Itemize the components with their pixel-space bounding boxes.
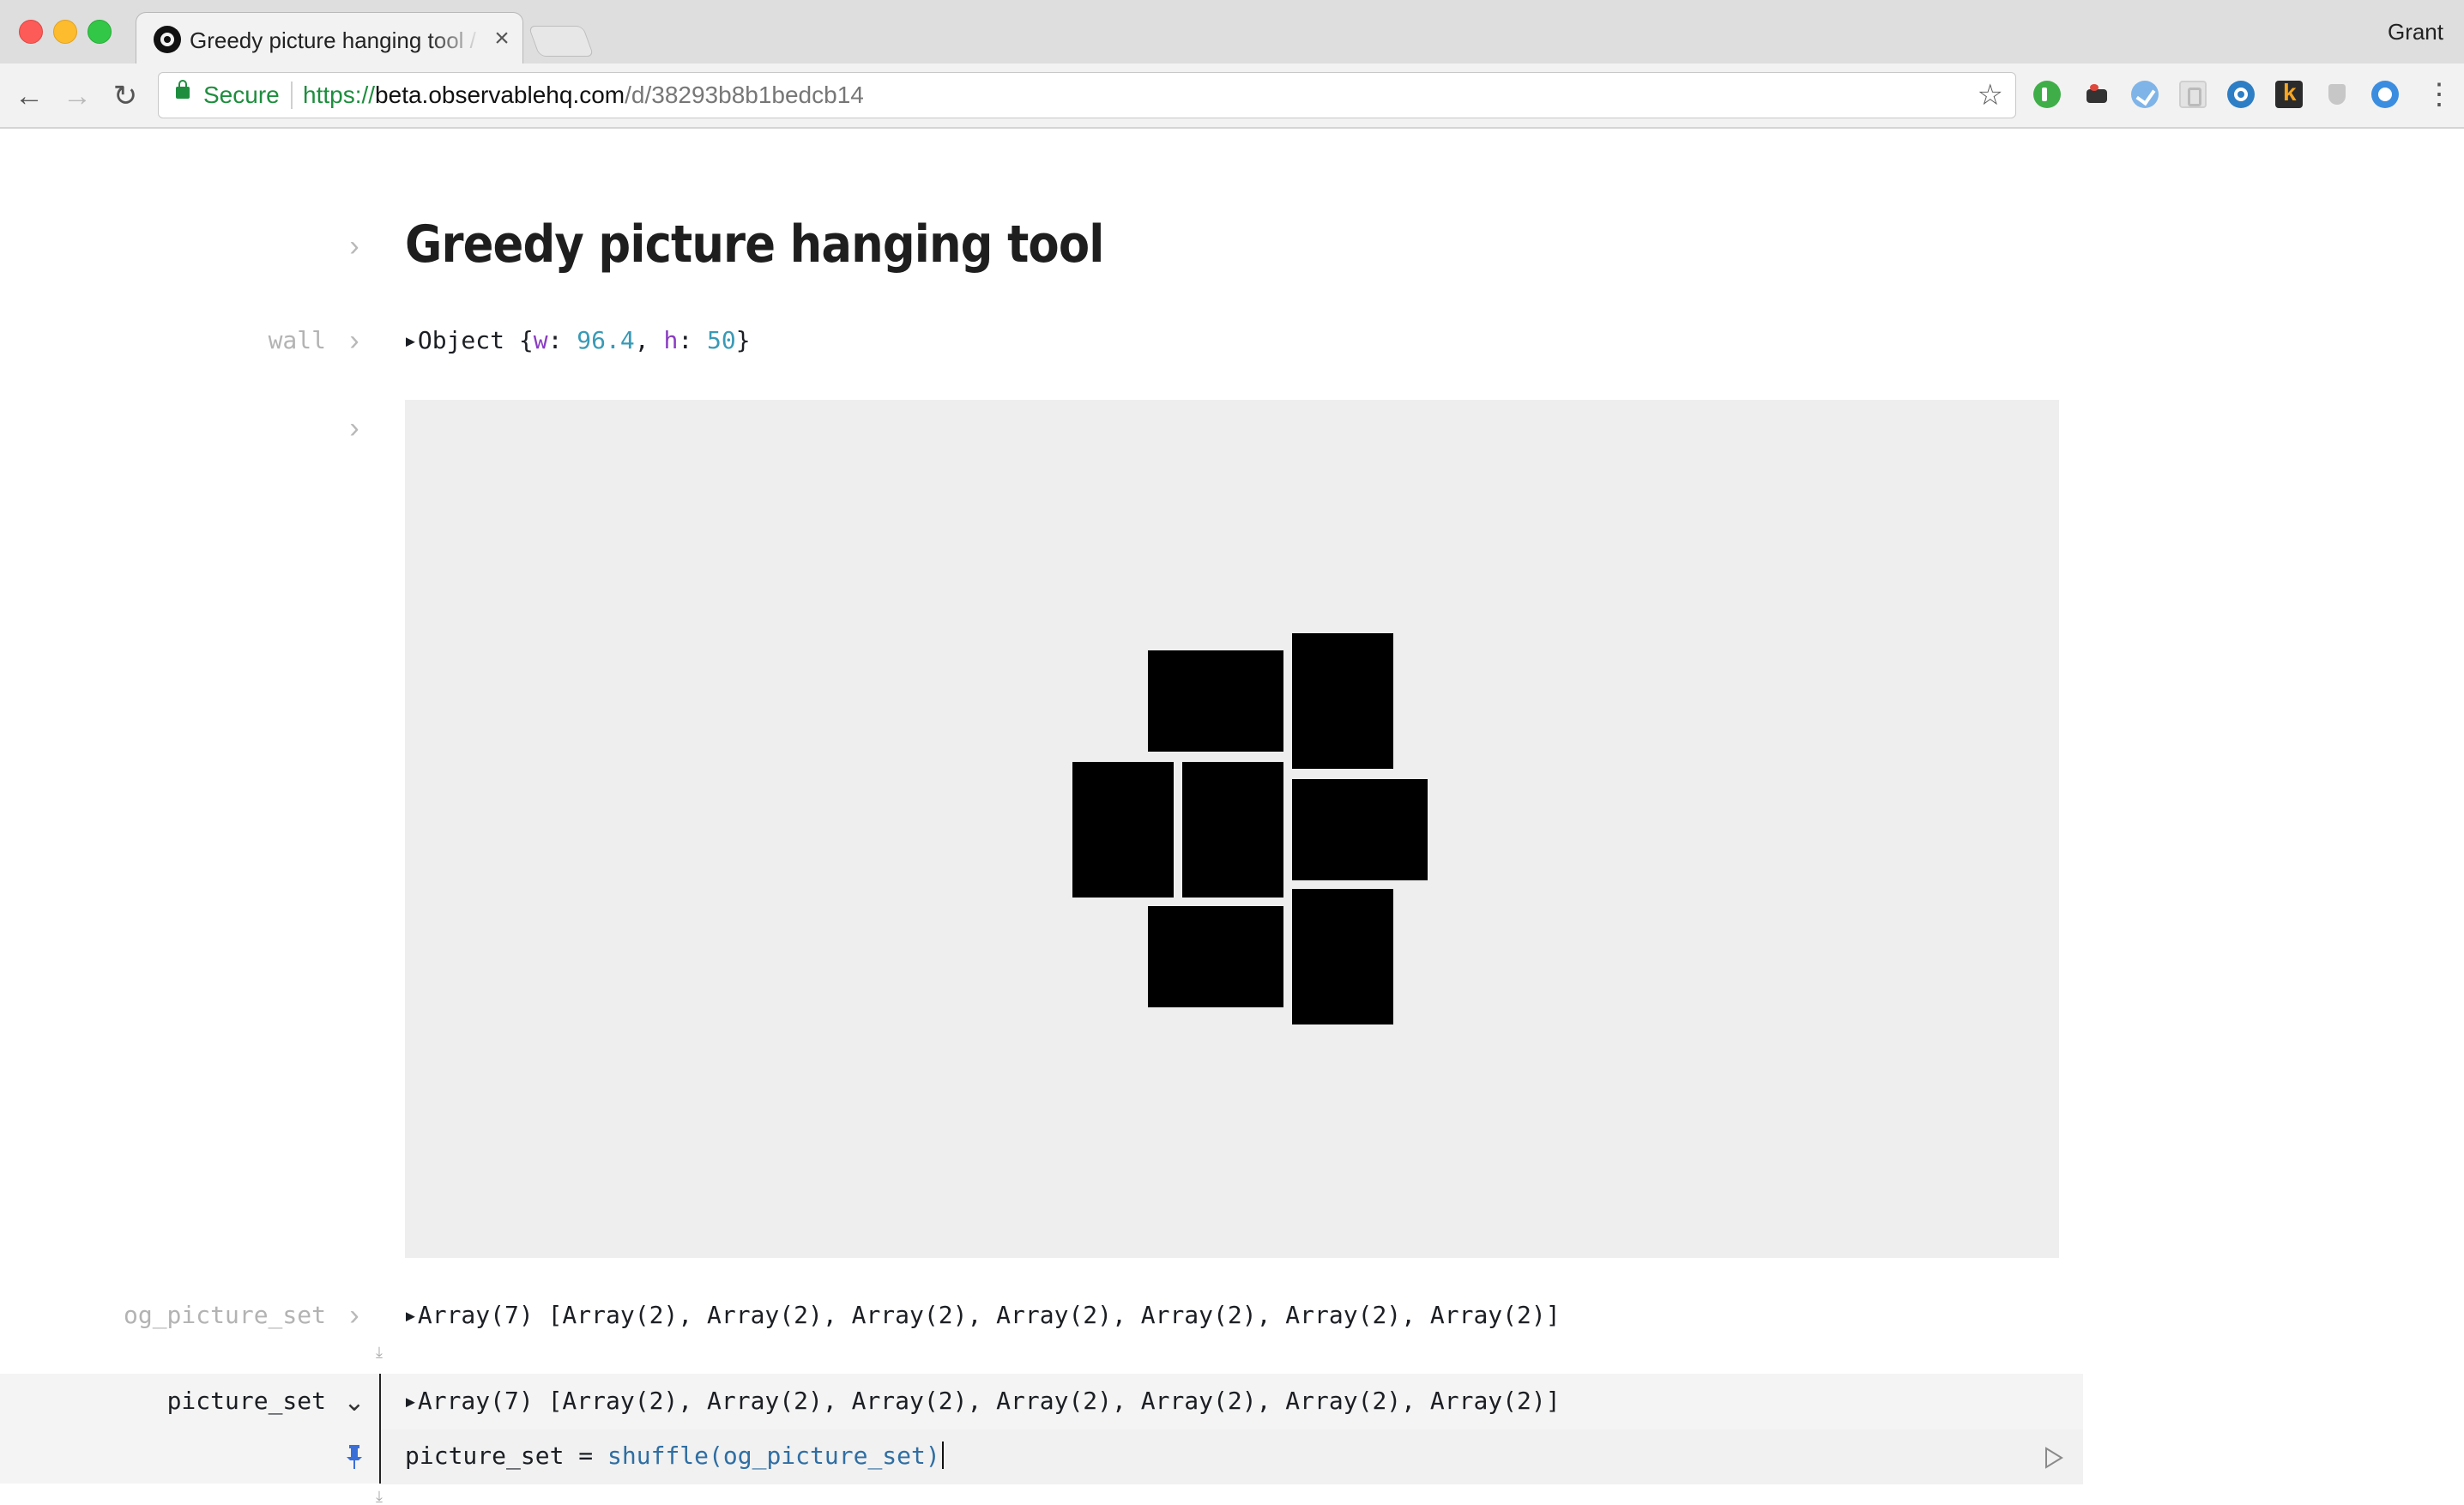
insert-cell-below-icon[interactable]: ⤓ [371,1488,388,1505]
profile-name[interactable]: Grant [2388,19,2443,45]
extension-icon-1[interactable] [2033,81,2061,108]
picture-rect [1292,779,1428,880]
cell-name-wall[interactable]: wall [0,326,326,354]
browser-tab-active[interactable]: Greedy picture hanging tool / Observable… [136,12,523,66]
tab-title-fade [428,27,481,54]
extension-icon-6[interactable] [2275,79,2303,108]
run-cell-icon[interactable] [2044,1447,2064,1469]
extension-icon-7[interactable] [2323,81,2351,108]
page-title: Greedy picture hanging tool [405,215,1104,275]
lock-icon [176,80,190,99]
picture-set-output[interactable]: ▸Array(7) [Array(2), Array(2), Array(2),… [403,1387,1561,1415]
object-colon-h: : [678,326,708,354]
window-minimize-button[interactable] [53,20,77,44]
object-prefix: ▸Object { [403,326,534,354]
object-key-w: w [533,326,548,354]
og-picture-set-output[interactable]: ▸Array(7) [Array(2), Array(2), Array(2),… [403,1301,1561,1329]
focused-cell-indicator [379,1374,381,1484]
back-arrow-icon[interactable]: ← [14,81,45,112]
window-close-button[interactable] [19,20,43,44]
new-tab-button[interactable] [528,26,595,57]
wall-render-cell-chevron-icon[interactable]: › [341,414,367,443]
extension-icon-3[interactable] [2131,81,2159,108]
picture-rect [1292,633,1393,769]
wall-cell-chevron-icon[interactable]: › [341,326,367,355]
reload-icon[interactable]: ↻ [110,81,141,112]
window-maximize-button[interactable] [88,20,112,44]
picture-set-chevron-icon[interactable]: ⌄ [341,1390,367,1416]
extension-icon-8[interactable] [2371,81,2399,108]
observable-favicon-icon [154,26,181,53]
text-cursor [941,1442,944,1469]
extension-icon-5[interactable] [2227,81,2255,108]
address-separator [291,82,293,109]
browser-toolbar: ← → ↻ Secure https://beta.observablehq.c… [0,63,2464,129]
forward-arrow-icon[interactable]: → [62,81,93,112]
picture-rect [1072,762,1174,898]
url-path: /d/38293b8b1bedcb14 [625,82,864,108]
code-editor[interactable]: picture_set = shuffle(og_picture_set) [405,1442,944,1470]
title-cell-chevron-icon[interactable]: › [341,232,367,261]
code-call: shuffle(og_picture_set) [607,1442,940,1470]
insert-cell-above-icon[interactable]: ⤓ [371,1344,388,1361]
object-value-h: 50 [707,326,736,354]
wall-object-output[interactable]: ▸Object {w: 96.4, h: 50} [403,326,751,354]
og-picture-set-chevron-icon[interactable]: › [341,1301,367,1330]
cell-name-og-picture-set[interactable]: og_picture_set [0,1301,326,1329]
bookmark-star-icon[interactable]: ☆ [1978,80,2003,111]
url-text[interactable]: https://beta.observablehq.com/d/38293b8b… [303,81,864,110]
object-suffix: } [735,326,751,354]
object-colon-w: : [547,326,577,354]
extension-icon-2[interactable] [2083,81,2111,108]
secure-label: Secure [203,82,280,108]
url-host: beta.observablehq.com [375,82,625,108]
browser-titlebar: Greedy picture hanging tool / Observable… [0,0,2464,66]
picture-rect [1292,889,1393,1024]
wall-canvas [405,400,2059,1258]
object-key-h: h [663,326,679,354]
picture-rect [1148,906,1283,1007]
tab-close-icon[interactable]: × [490,25,514,52]
cell-name-picture-set[interactable]: picture_set [0,1387,326,1415]
object-value-w: 96.4 [577,326,635,354]
extension-icon-4[interactable] [2179,81,2207,108]
picture-rect [1182,762,1283,898]
code-assignment: picture_set = [405,1442,608,1470]
object-comma: , [634,326,664,354]
browser-menu-icon[interactable]: ⋮ [2425,79,2454,110]
url-scheme: https:// [303,82,376,108]
address-bar[interactable]: Secure https://beta.observablehq.com/d/3… [158,72,2016,118]
picture-rect [1148,650,1283,752]
pin-icon[interactable] [343,1443,365,1471]
